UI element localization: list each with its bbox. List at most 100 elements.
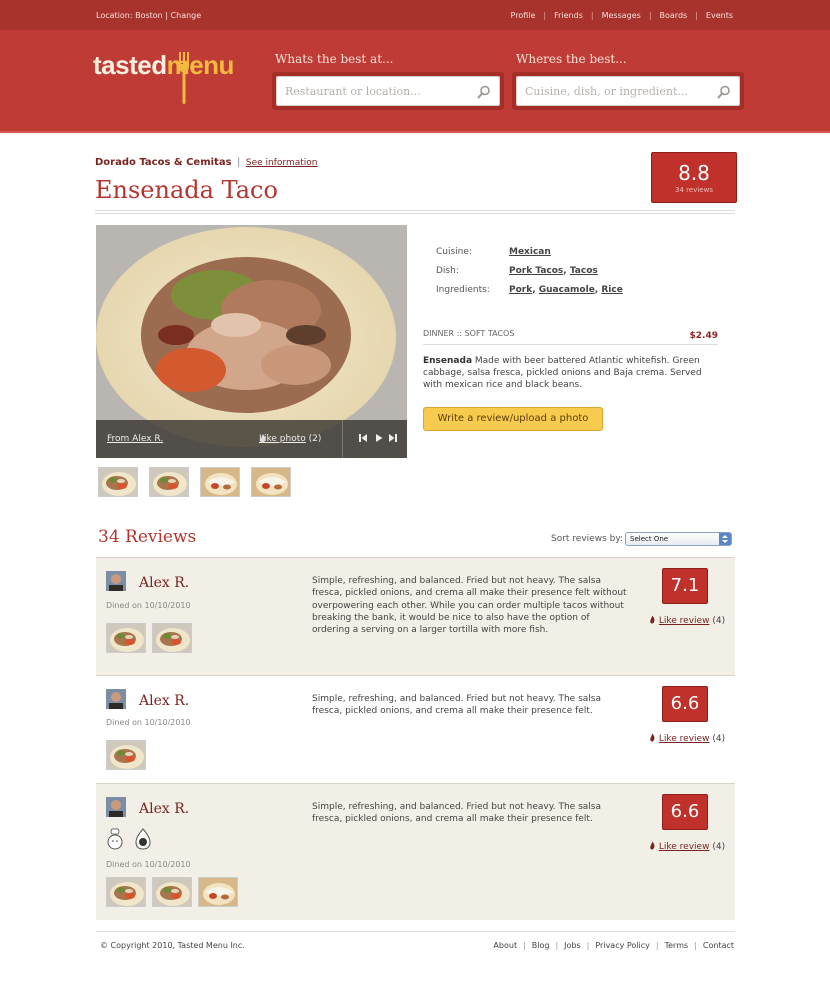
nav-friends[interactable]: Friends [554,11,583,20]
photo-thumbnail[interactable] [149,467,189,497]
reviews-title: 34 Reviews [98,527,197,547]
search-where-input[interactable] [517,77,739,105]
avatar[interactable] [106,689,126,709]
like-review: Like review (4) [649,615,725,626]
ingredient-link[interactable]: Guacamole [539,285,595,295]
flame-icon [260,434,266,443]
reviewer-name[interactable]: Alex R. [139,801,189,817]
restaurant-line: Dorado Tacos & Cemitas | See information [95,157,318,168]
review-photo-thumbnail[interactable] [106,623,146,653]
review-text: Simple, refreshing, and balanced. Fried … [312,576,627,636]
dish-score: 8.8 [678,161,710,185]
search-icon[interactable] [717,85,731,99]
review-item: Alex R. Dined on 10/10/2010 Simple, refr… [96,557,735,675]
first-icon[interactable] [358,433,368,443]
search-where-label: Wheres the best... [516,52,627,66]
review-photo-thumbnail[interactable] [152,623,192,653]
dish-description: Ensenada Made with beer battered Atlanti… [423,355,723,391]
review-score: 7.1 [662,568,708,604]
review-photo-thumbnail[interactable] [106,877,146,907]
select-arrows-icon [719,533,731,545]
write-review-button[interactable]: Write a review/upload a photo [423,407,603,431]
main-photo[interactable]: From Alex R. Like photo (2) [96,225,407,458]
photo-thumbnails [98,467,291,497]
avatar[interactable] [106,797,126,817]
footer-divider [96,931,735,932]
logo[interactable]: tastedmenu [93,50,234,81]
logo-accent-text: menu [166,50,235,80]
review-item: Alex R. Dined on 10/10/2010 Simple, refr… [96,783,735,920]
photo-thumbnail[interactable] [98,467,138,497]
cuisine-link[interactable]: Mexican [509,247,551,257]
dined-date: Dined on 10/10/2010 [106,601,191,610]
location-indicator: Location: Boston | Change [96,11,202,20]
menu-section-label: DINNER :: SOFT TACOS [423,329,515,338]
review-photo-thumbnail[interactable] [106,740,146,770]
flame-icon [650,615,655,624]
nav-boards[interactable]: Boards [660,11,688,20]
like-review-link[interactable]: Like review [659,616,710,626]
footer-nav: About | Blog | Jobs | Privacy Policy | T… [493,941,734,950]
last-icon[interactable] [388,433,398,443]
like-review-count: (4) [712,734,726,744]
review-photo-thumbnail[interactable] [198,877,238,907]
dish-title: Ensenada Taco [95,176,278,204]
dined-date: Dined on 10/10/2010 [106,860,191,869]
nav-messages[interactable]: Messages [602,11,641,20]
dish-score-badge: 8.8 34 reviews [651,152,737,203]
dish-link[interactable]: Pork Tacos [509,266,563,276]
menu-section: DINNER :: SOFT TACOS $2.49 [423,329,718,345]
review-item: Alex R. Dined on 10/10/2010 Simple, refr… [96,675,735,783]
search-icon[interactable] [477,85,491,99]
review-score: 6.6 [662,686,708,722]
review-text: Simple, refreshing, and balanced. Fried … [312,694,601,717]
photo-author-link[interactable]: From Alex R. [107,434,163,444]
flame-icon [650,841,655,850]
like-photo-count: (2) [308,434,322,444]
ingredients-label: Ingredients: [436,285,490,295]
top-bar: Location: Boston | Change Profile | Frie… [0,0,830,30]
like-review-count: (4) [712,842,726,852]
like-review-link[interactable]: Like review [659,734,710,744]
reviewer-name[interactable]: Alex R. [139,693,189,709]
flame-icon [650,733,655,742]
sort-select[interactable]: Select One [625,532,732,546]
review-text: Simple, refreshing, and balanced. Fried … [312,802,601,825]
restaurant-name[interactable]: Dorado Tacos & Cemitas [95,157,232,168]
search-where-wrap [512,72,744,110]
title-divider [95,210,735,214]
review-photo-thumbnail[interactable] [152,877,192,907]
see-information-link[interactable]: See information [246,158,318,168]
dined-date: Dined on 10/10/2010 [106,718,191,727]
footer-link-privacy[interactable]: Privacy Policy [595,941,650,950]
copyright: © Copyright 2010, Tasted Menu Inc. [100,941,245,950]
footer-link-about[interactable]: About [493,941,517,950]
footer-link-blog[interactable]: Blog [532,941,550,950]
ingredient-link[interactable]: Rice [601,285,622,295]
search-best-input[interactable] [277,77,499,105]
change-location-link[interactable]: Change [171,11,202,20]
footer-link-terms[interactable]: Terms [665,941,689,950]
drop-badge-icon [135,828,151,850]
top-nav: Profile | Friends | Messages | Boards | … [510,11,733,20]
sort-label: Sort reviews by: [551,534,624,544]
photo-thumbnail[interactable] [200,467,240,497]
ingredient-link[interactable]: Pork [509,285,532,295]
play-icon[interactable] [374,433,384,443]
search-best-label: Whats the best at... [275,52,394,66]
nav-profile[interactable]: Profile [511,11,536,20]
chef-badge-icon [107,828,123,850]
photo-caption-bar: From Alex R. Like photo (2) [96,420,407,458]
avatar[interactable] [106,571,126,591]
like-review-link[interactable]: Like review [659,842,710,852]
nav-events[interactable]: Events [706,11,733,20]
footer-link-contact[interactable]: Contact [703,941,734,950]
price: $2.49 [689,331,718,341]
footer-link-jobs[interactable]: Jobs [564,941,581,950]
search-best-wrap [272,72,504,110]
cuisine-label: Cuisine: [436,247,472,257]
reviewer-name[interactable]: Alex R. [139,575,189,591]
dish-link[interactable]: Tacos [570,266,598,276]
photo-thumbnail[interactable] [251,467,291,497]
dish-label: Dish: [436,266,459,276]
